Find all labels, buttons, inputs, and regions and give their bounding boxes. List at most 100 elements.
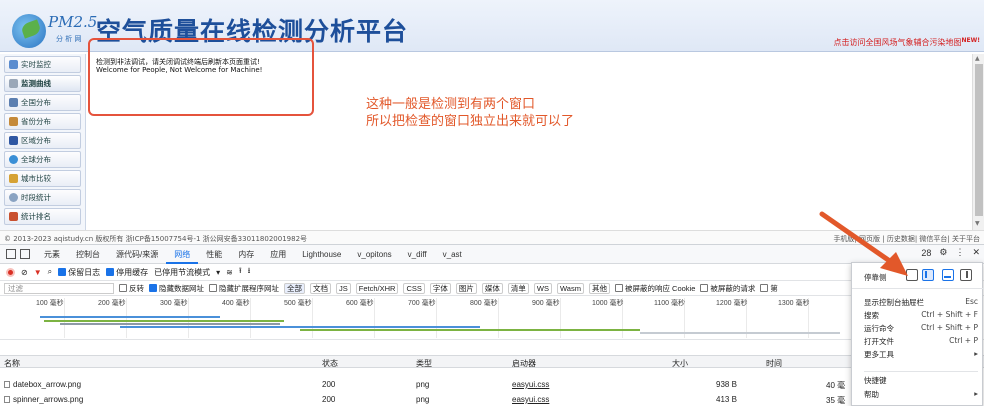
type-filter-other[interactable]: 其他 — [588, 282, 610, 294]
annotation-text: 这种一般是检测到有两个窗口 所以把检查的窗口独立出来就可以了 — [366, 96, 574, 130]
promo-link[interactable]: 点击访问全国风场气象辅合污染地图NEW! — [834, 37, 980, 48]
col-initiator[interactable]: 启动器 — [512, 358, 536, 369]
waterfall-bar — [60, 323, 280, 325]
export-har-icon[interactable]: ⭳ — [248, 265, 251, 279]
close-devtools-icon[interactable]: ✕ — [972, 247, 980, 258]
col-name[interactable]: 名称 — [4, 358, 20, 369]
sidebar-item-realtime[interactable]: 实时监控 — [4, 56, 81, 73]
sidebar-item-national[interactable]: 全国分布 — [4, 94, 81, 111]
request-initiator[interactable]: easyui.css — [512, 380, 549, 389]
type-filter-all[interactable]: 全部 — [284, 282, 305, 294]
scroll-up-icon[interactable]: ▲ — [975, 55, 980, 62]
menu-item-run-command[interactable]: 运行命令 Ctrl + Shift + P — [864, 323, 978, 334]
request-time: 35 毫 — [826, 396, 846, 405]
chart-icon — [9, 79, 18, 88]
type-filter-font[interactable]: 字体 — [429, 282, 451, 294]
type-filter-js[interactable]: JS — [336, 282, 351, 294]
col-size[interactable]: 大小 — [672, 358, 688, 369]
col-type[interactable]: 类型 — [416, 358, 432, 369]
timeline-tick: 1100 毫秒 — [654, 300, 685, 307]
type-filter-doc[interactable]: 文档 — [310, 282, 331, 294]
tab-performance[interactable]: 性能 — [198, 245, 230, 264]
menu-item-search[interactable]: 搜索 Ctrl + Shift + F — [864, 310, 978, 321]
menu-item-more-tools[interactable]: 更多工具 ▸ — [864, 349, 978, 360]
sidebar-item-curve[interactable]: 监测曲线 — [4, 75, 81, 92]
record-icon[interactable] — [6, 267, 15, 277]
col-time[interactable]: 时间 — [766, 358, 782, 369]
tab-sources[interactable]: 源代码/来源 — [108, 245, 166, 264]
invert-checkbox[interactable]: 反转 — [119, 283, 144, 294]
tab-application[interactable]: 应用 — [262, 245, 294, 264]
tab-console[interactable]: 控制台 — [68, 245, 108, 264]
map-icon — [9, 98, 18, 107]
tab-memory[interactable]: 内存 — [230, 245, 262, 264]
new-badge: NEW! — [961, 37, 980, 44]
table-row[interactable]: spinner_arrows.png 200 png easyui.css 41… — [0, 393, 984, 406]
disable-cache-checkbox[interactable]: 停用缓存 — [106, 267, 148, 278]
page-scrollbar[interactable]: ▲ ▼ — [972, 54, 984, 230]
undock-icon[interactable] — [906, 269, 918, 281]
sidebar-item-city-compare[interactable]: 城市比较 — [4, 170, 81, 187]
tab-elements[interactable]: 元素 — [36, 245, 68, 264]
third-party-checkbox[interactable]: 第 — [760, 283, 778, 294]
type-filter-manifest[interactable]: 清单 — [507, 282, 529, 294]
scrollbar-thumb[interactable] — [975, 64, 983, 216]
device-toolbar-icon[interactable] — [20, 249, 30, 259]
network-conditions-icon[interactable]: ≋ — [226, 268, 233, 277]
hide-extension-urls-checkbox[interactable]: 隐藏扩展程序网址 — [209, 283, 279, 294]
request-initiator[interactable]: easyui.css — [512, 395, 549, 404]
blocked-requests-checkbox[interactable]: 被屏蔽的请求 — [700, 283, 755, 294]
sidebar-item-period[interactable]: 时段统计 — [4, 189, 81, 206]
type-filter-css[interactable]: CSS — [403, 282, 425, 294]
tab-v-diff[interactable]: v_diff — [400, 245, 435, 264]
filter-input[interactable]: 过滤 — [4, 282, 114, 294]
sidebar-item-region[interactable]: 区域分布 — [4, 132, 81, 149]
tab-v-opitons[interactable]: v_opitons — [349, 245, 399, 264]
search-icon[interactable]: ⌕ — [48, 267, 52, 277]
tab-v-ast[interactable]: v_ast — [435, 245, 470, 264]
clear-icon[interactable]: ⊘ — [21, 268, 28, 277]
sidebar-item-ranking[interactable]: 统计排名 — [4, 208, 81, 225]
request-name[interactable]: spinner_arrows.png — [4, 395, 83, 404]
issues-count[interactable]: 28 — [921, 248, 931, 258]
type-filter-img[interactable]: 图片 — [455, 282, 477, 294]
scroll-down-icon[interactable]: ▼ — [975, 220, 980, 227]
tab-lighthouse[interactable]: Lighthouse — [294, 245, 349, 264]
table-row[interactable]: datebox_arrow.png 200 png easyui.css 938… — [0, 378, 984, 391]
menu-item-open-file[interactable]: 打开文件 Ctrl + P — [864, 336, 978, 347]
blocked-cookies-checkbox[interactable]: 被屏蔽的响应 Cookie — [614, 283, 695, 294]
hide-data-urls-checkbox[interactable]: 隐藏数据网址 — [149, 283, 204, 294]
menu-item-show-drawer[interactable]: 显示控制台抽屉栏 Esc — [864, 297, 978, 308]
request-name[interactable]: datebox_arrow.png — [4, 380, 81, 389]
network-overview-timeline[interactable]: 100 毫秒 200 毫秒 300 毫秒 400 毫秒 500 毫秒 600 毫… — [0, 296, 984, 340]
type-filter-media[interactable]: 媒体 — [481, 282, 503, 294]
sidebar-item-province[interactable]: 省份分布 — [4, 113, 81, 130]
col-status[interactable]: 状态 — [322, 358, 338, 369]
type-filter-wasm[interactable]: Wasm — [556, 282, 584, 294]
dock-bottom-icon[interactable] — [942, 269, 954, 281]
filter-funnel-icon[interactable]: ▼ — [34, 268, 42, 277]
dock-left-icon[interactable] — [922, 269, 934, 281]
menu-item-help[interactable]: 帮助 ▸ — [864, 389, 978, 400]
promo-link-text[interactable]: 点击访问全国风场气象辅合污染地图 — [834, 38, 962, 47]
timeline-tick: 1200 毫秒 — [716, 300, 748, 307]
sidebar-item-global[interactable]: 全球分布 — [4, 151, 81, 168]
settings-gear-icon[interactable]: ⚙ — [939, 247, 947, 258]
sidebar-item-label: 城市比较 — [21, 174, 51, 183]
tab-network[interactable]: 网络 — [166, 245, 199, 264]
preserve-log-checkbox[interactable]: 保留日志 — [58, 267, 100, 278]
type-filter-ws[interactable]: WS — [533, 282, 552, 294]
more-options-icon[interactable]: ⋮ — [955, 247, 964, 258]
site-logo[interactable]: PM2.5 分 析 网 — [12, 10, 97, 50]
footer-links[interactable]: 手机版| 网页版 | 历史数据| 微信平台| 关于平台 — [833, 234, 980, 244]
import-har-icon[interactable]: ⭱ — [239, 265, 242, 279]
chevron-down-icon[interactable]: ▾ — [216, 268, 220, 277]
sidebar-item-label: 区域分布 — [21, 136, 51, 145]
inspect-element-icon[interactable] — [6, 249, 16, 259]
menu-item-shortcuts[interactable]: 快捷键 — [864, 371, 978, 385]
dock-right-icon[interactable] — [960, 269, 972, 281]
type-filter-fetch[interactable]: Fetch/XHR — [355, 282, 399, 294]
throttle-select[interactable]: 已停用节流模式 — [154, 267, 210, 278]
request-table-header: 名称 状态 类型 启动器 大小 时间 — [0, 355, 984, 368]
network-toolbar: ⊘ ▼ ⌕ 保留日志 停用缓存 已停用节流模式 ▾ ≋ ⭱ ⭳ — [0, 264, 984, 281]
